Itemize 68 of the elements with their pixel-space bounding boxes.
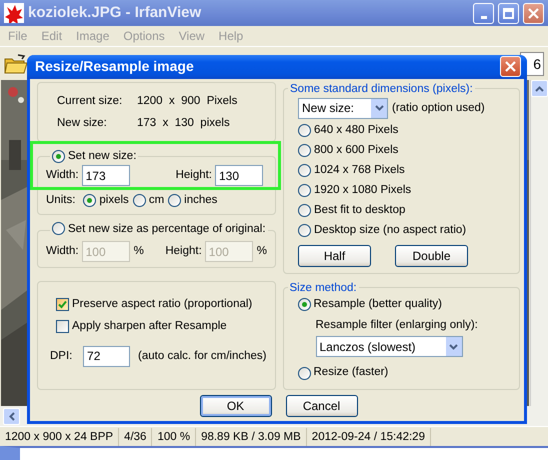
- radio-icon[interactable]: [52, 150, 65, 163]
- checkbox-icon[interactable]: [56, 298, 69, 312]
- size-dropdown[interactable]: New size:: [298, 98, 388, 119]
- dimension-button[interactable]: Half: [298, 244, 371, 267]
- radio-option[interactable]: 1920 x 1080 Pixels: [298, 180, 412, 201]
- radio-option[interactable]: Resample (better quality): [298, 294, 442, 315]
- radio-option[interactable]: pixels: [83, 192, 129, 210]
- dialog-button[interactable]: OK: [200, 395, 272, 417]
- radio-option[interactable]: 800 x 600 Pixels: [298, 140, 398, 161]
- width-label: Width:: [46, 244, 79, 259]
- checkbox-option[interactable]: Preserve aspect ratio (proportional): [56, 294, 266, 316]
- radio-icon[interactable]: [168, 194, 182, 208]
- radio-icon[interactable]: [132, 194, 146, 208]
- radio-option[interactable]: Best fit to desktop: [298, 200, 406, 221]
- minimize-icon: [480, 16, 486, 18]
- close-icon: [505, 61, 516, 72]
- width-field[interactable]: 173: [82, 165, 130, 186]
- dpi-note: (auto calc. for cm/inches): [138, 348, 266, 364]
- radio-option[interactable]: cm: [132, 192, 164, 210]
- window-title: koziolek.JPG - IrfanView: [28, 2, 202, 23]
- width-label: Width:: [46, 168, 79, 184]
- radio-icon[interactable]: [83, 194, 96, 208]
- minimize-button[interactable]: [473, 2, 494, 24]
- close-button[interactable]: [523, 2, 544, 24]
- radio-icon[interactable]: [298, 184, 311, 198]
- app-icon: [4, 3, 24, 23]
- dpi-label: DPI:: [50, 348, 74, 364]
- scroll-left-button[interactable]: [3, 408, 20, 424]
- close-icon: [528, 8, 539, 18]
- radio-icon[interactable]: [298, 144, 311, 158]
- info-value: 173 x 130 pixels: [137, 116, 230, 132]
- dimension-button[interactable]: Double: [395, 244, 468, 267]
- checkbox-icon[interactable]: [56, 320, 69, 334]
- percent-label: %: [256, 244, 267, 259]
- dpi-field[interactable]: 72: [83, 346, 130, 367]
- radio-option[interactable]: 640 x 480 Pixels: [298, 120, 398, 141]
- radio-icon[interactable]: [298, 366, 310, 380]
- scroll-up-button[interactable]: [531, 80, 548, 97]
- percent-label: %: [134, 244, 144, 259]
- dialog-button[interactable]: Cancel: [286, 395, 358, 417]
- height-label: Height:: [176, 168, 212, 184]
- radio-icon[interactable]: [298, 124, 311, 138]
- height-label: Height:: [165, 244, 202, 259]
- group-label: Size method:: [288, 280, 358, 295]
- close-button[interactable]: [500, 56, 521, 78]
- checkbox-option[interactable]: Apply sharpen after Resample: [56, 316, 266, 338]
- units-label: Units:: [46, 193, 76, 208]
- radio-icon[interactable]: [298, 164, 311, 178]
- radio-option[interactable]: inches: [168, 192, 218, 210]
- radio-icon[interactable]: [298, 224, 311, 238]
- height-field[interactable]: 130: [215, 165, 263, 186]
- dialog-title: Resize/Resample image: [35, 57, 194, 76]
- info-value: 1200 x 900 Pixels: [137, 94, 238, 110]
- maximize-button[interactable]: [498, 2, 519, 24]
- radio-option[interactable]: 1024 x 768 Pixels: [298, 160, 405, 181]
- radio-icon[interactable]: [298, 298, 310, 312]
- radio-option[interactable]: Resize (faster): [298, 363, 388, 383]
- filter-dropdown[interactable]: Lanczos (slowest): [316, 336, 462, 357]
- radio-option[interactable]: Set new size:: [52, 149, 136, 164]
- ratio-note: (ratio option used): [392, 100, 485, 116]
- filter-label: Resample filter (enlarging only):: [316, 318, 478, 333]
- radio-icon[interactable]: [298, 204, 311, 218]
- info-label: Current size:: [57, 94, 124, 110]
- maximize-icon: [503, 8, 514, 18]
- group-label: Some standard dimensions (pixels):: [289, 82, 474, 96]
- radio-option[interactable]: Desktop size (no aspect ratio): [298, 220, 466, 241]
- info-label: New size:: [57, 116, 108, 132]
- open-folder-icon[interactable]: [4, 54, 28, 74]
